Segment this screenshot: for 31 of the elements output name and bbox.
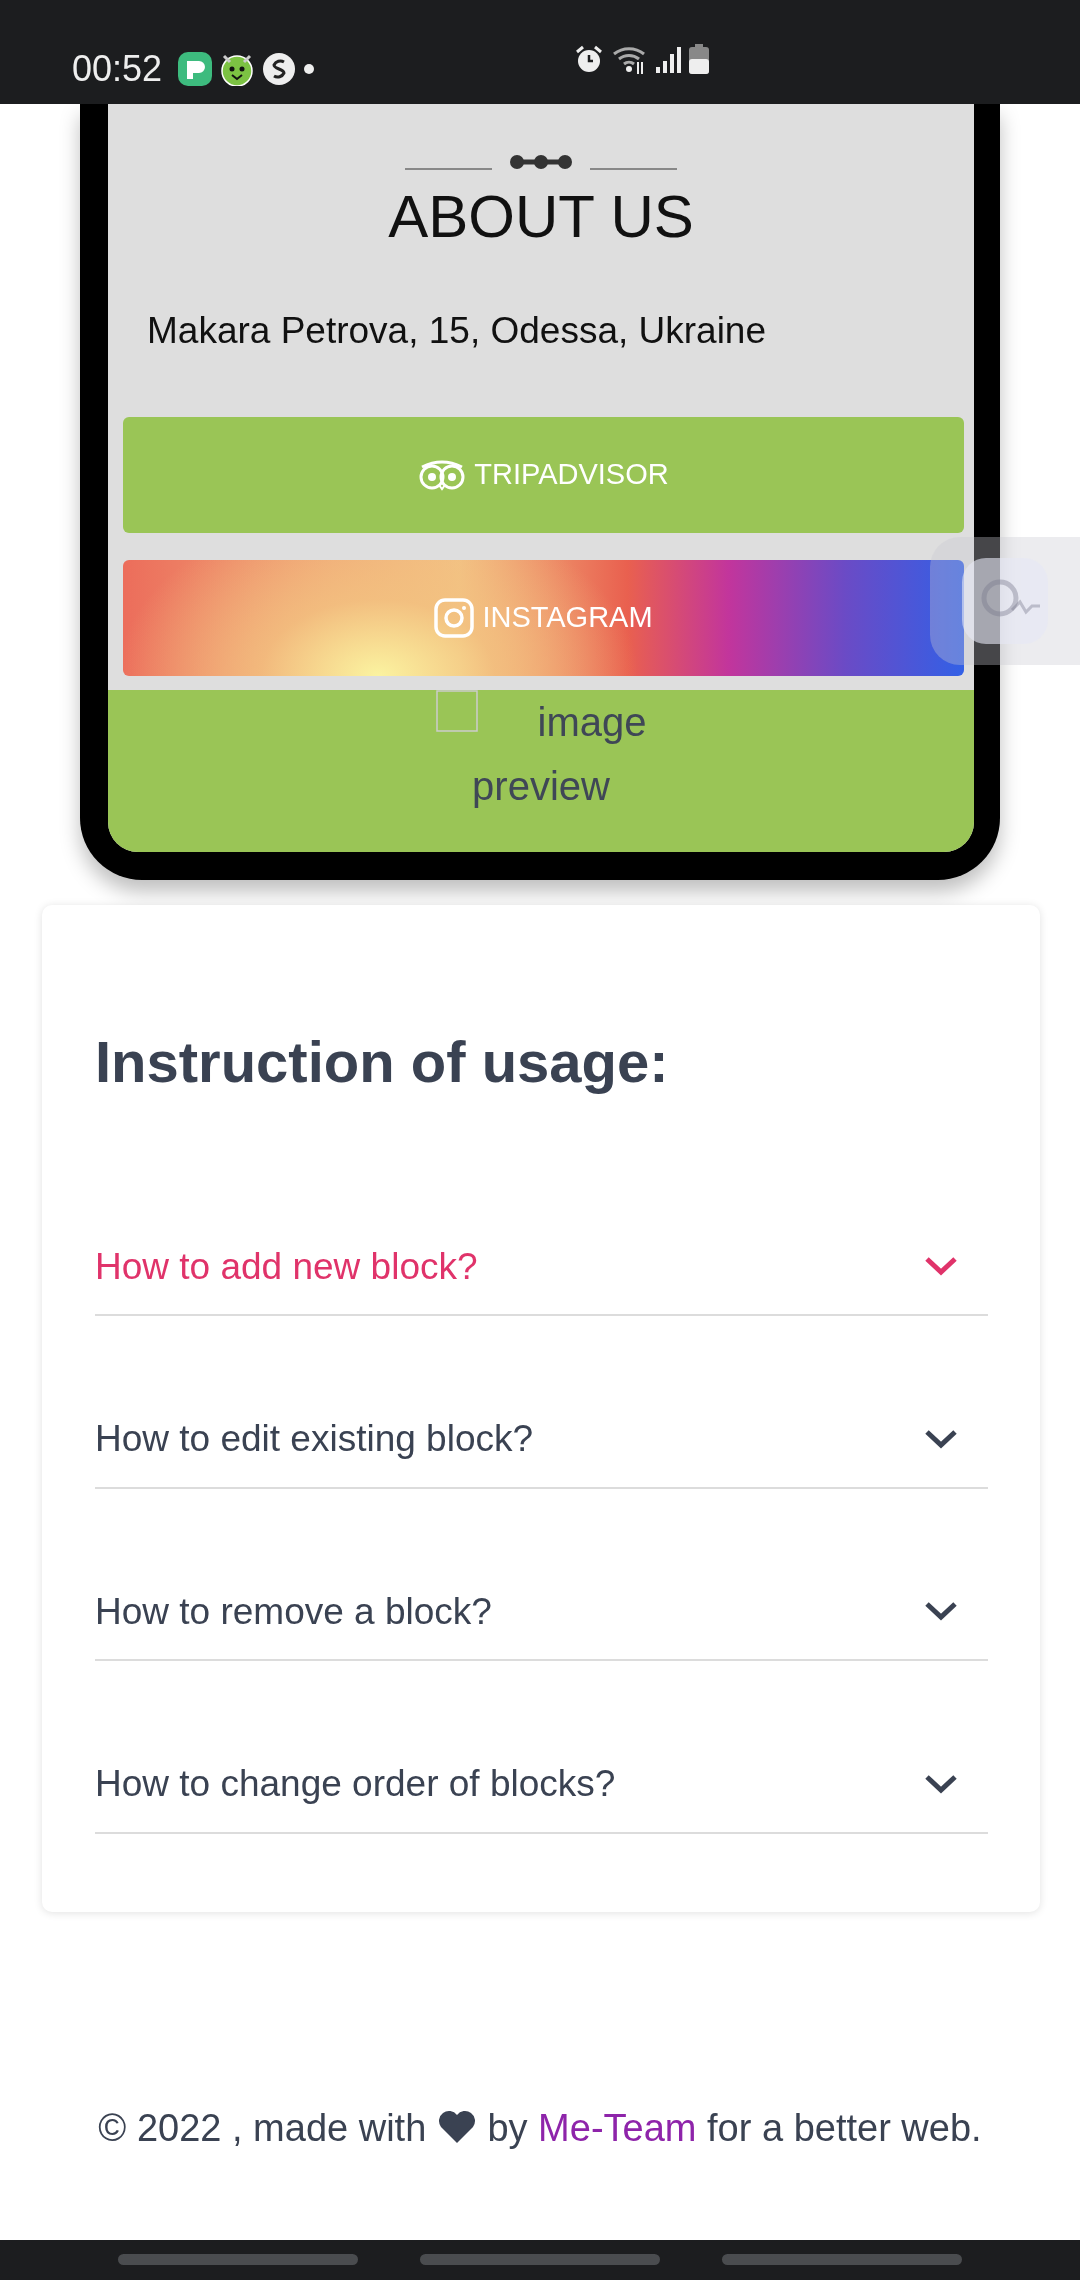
nav-handle[interactable] <box>420 2254 660 2265</box>
android-icon <box>220 52 255 86</box>
image-alt-text: image preview <box>472 699 647 808</box>
signal-icon <box>656 45 681 73</box>
section-heading: Instruction of usage: <box>95 1028 670 1096</box>
chevron-down-icon <box>924 1773 958 1794</box>
battery-icon <box>689 44 709 74</box>
owl-icon <box>418 458 467 491</box>
chevron-down-icon <box>924 1428 958 1449</box>
chevron-down-icon <box>924 1601 958 1622</box>
clock-time: 00:52 <box>72 51 163 87</box>
accordion-item[interactable]: How to remove a block? <box>95 1488 988 1662</box>
footer-text: © 2022 , made with by Me-Team for a better web. <box>97 2105 983 2151</box>
accordion-item[interactable]: How to edit existing block? <box>95 1316 988 1489</box>
heart-icon <box>436 2108 477 2145</box>
accordion-item[interactable]: How to change order of blocks? <box>95 1661 988 1834</box>
address-text: Makara Petrova, 15, Odessa, Ukraine <box>147 309 767 353</box>
app-icon <box>178 52 213 86</box>
section-title: ABOUT US <box>387 182 695 252</box>
accordion-item[interactable]: How to add new block? <box>95 1180 988 1317</box>
ornament-divider-icon <box>405 154 677 171</box>
nav-handle[interactable] <box>722 2254 962 2265</box>
nav-handle[interactable] <box>118 2254 358 2265</box>
app-icon <box>262 52 297 86</box>
instagram-icon <box>434 597 475 638</box>
notification-dot-icon <box>304 64 315 74</box>
team-link[interactable]: Me-Team <box>538 2106 697 2149</box>
broken-image-icon <box>435 689 478 732</box>
floating-button[interactable] <box>930 537 1080 665</box>
alarm-icon <box>574 44 604 74</box>
chevron-down-icon <box>924 1256 958 1277</box>
